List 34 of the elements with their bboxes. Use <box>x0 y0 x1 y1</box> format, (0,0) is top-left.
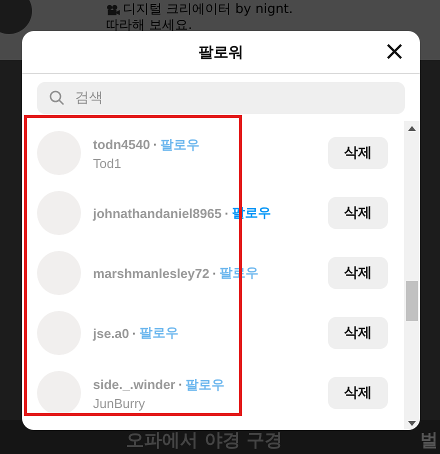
search-input[interactable]: 검색 <box>73 89 277 107</box>
camera-icon <box>106 4 120 16</box>
search-field[interactable]: 검색 <box>37 82 405 114</box>
scroll-down-icon[interactable] <box>408 421 416 426</box>
dialog-title: 팔로워 <box>198 42 244 62</box>
search-icon <box>49 90 65 106</box>
remove-button[interactable]: 삭제 <box>328 137 388 169</box>
username[interactable]: johnathandaniel8965 <box>93 206 222 220</box>
close-icon[interactable] <box>385 42 404 61</box>
username[interactable]: marshmanlesley72 <box>93 266 210 280</box>
scrollbar[interactable] <box>404 121 420 430</box>
remove-button[interactable]: 삭제 <box>328 377 388 409</box>
username[interactable]: side._.winder <box>93 377 176 392</box>
separator-dot: · <box>212 266 217 280</box>
bio-text: 따라해 보세요. <box>106 18 192 34</box>
separator-dot: · <box>178 377 183 392</box>
avatar[interactable] <box>37 371 81 415</box>
separator-dot: · <box>132 326 136 340</box>
separator-dot: · <box>153 137 158 152</box>
follow-link[interactable]: 팔로우 <box>186 376 225 394</box>
bio-text: 디지털 크리에이터 by nignt. <box>123 2 293 18</box>
username[interactable]: todn4540 <box>93 137 150 152</box>
scrollbar-thumb[interactable] <box>406 281 418 321</box>
scroll-up-icon[interactable] <box>408 126 416 131</box>
remove-button[interactable]: 삭제 <box>328 257 388 289</box>
display-name: JunBurry <box>93 396 146 410</box>
follow-link[interactable]: 팔로우 <box>140 324 178 342</box>
username[interactable]: jse.a0 <box>93 326 130 340</box>
remove-button[interactable]: 삭제 <box>328 197 388 229</box>
display-name: Tod1 <box>93 156 122 170</box>
remove-button[interactable]: 삭제 <box>328 317 388 349</box>
post-caption: 벌 <box>420 429 438 452</box>
separator-dot: · <box>224 206 229 220</box>
follow-link[interactable]: 팔로우 <box>160 136 200 154</box>
